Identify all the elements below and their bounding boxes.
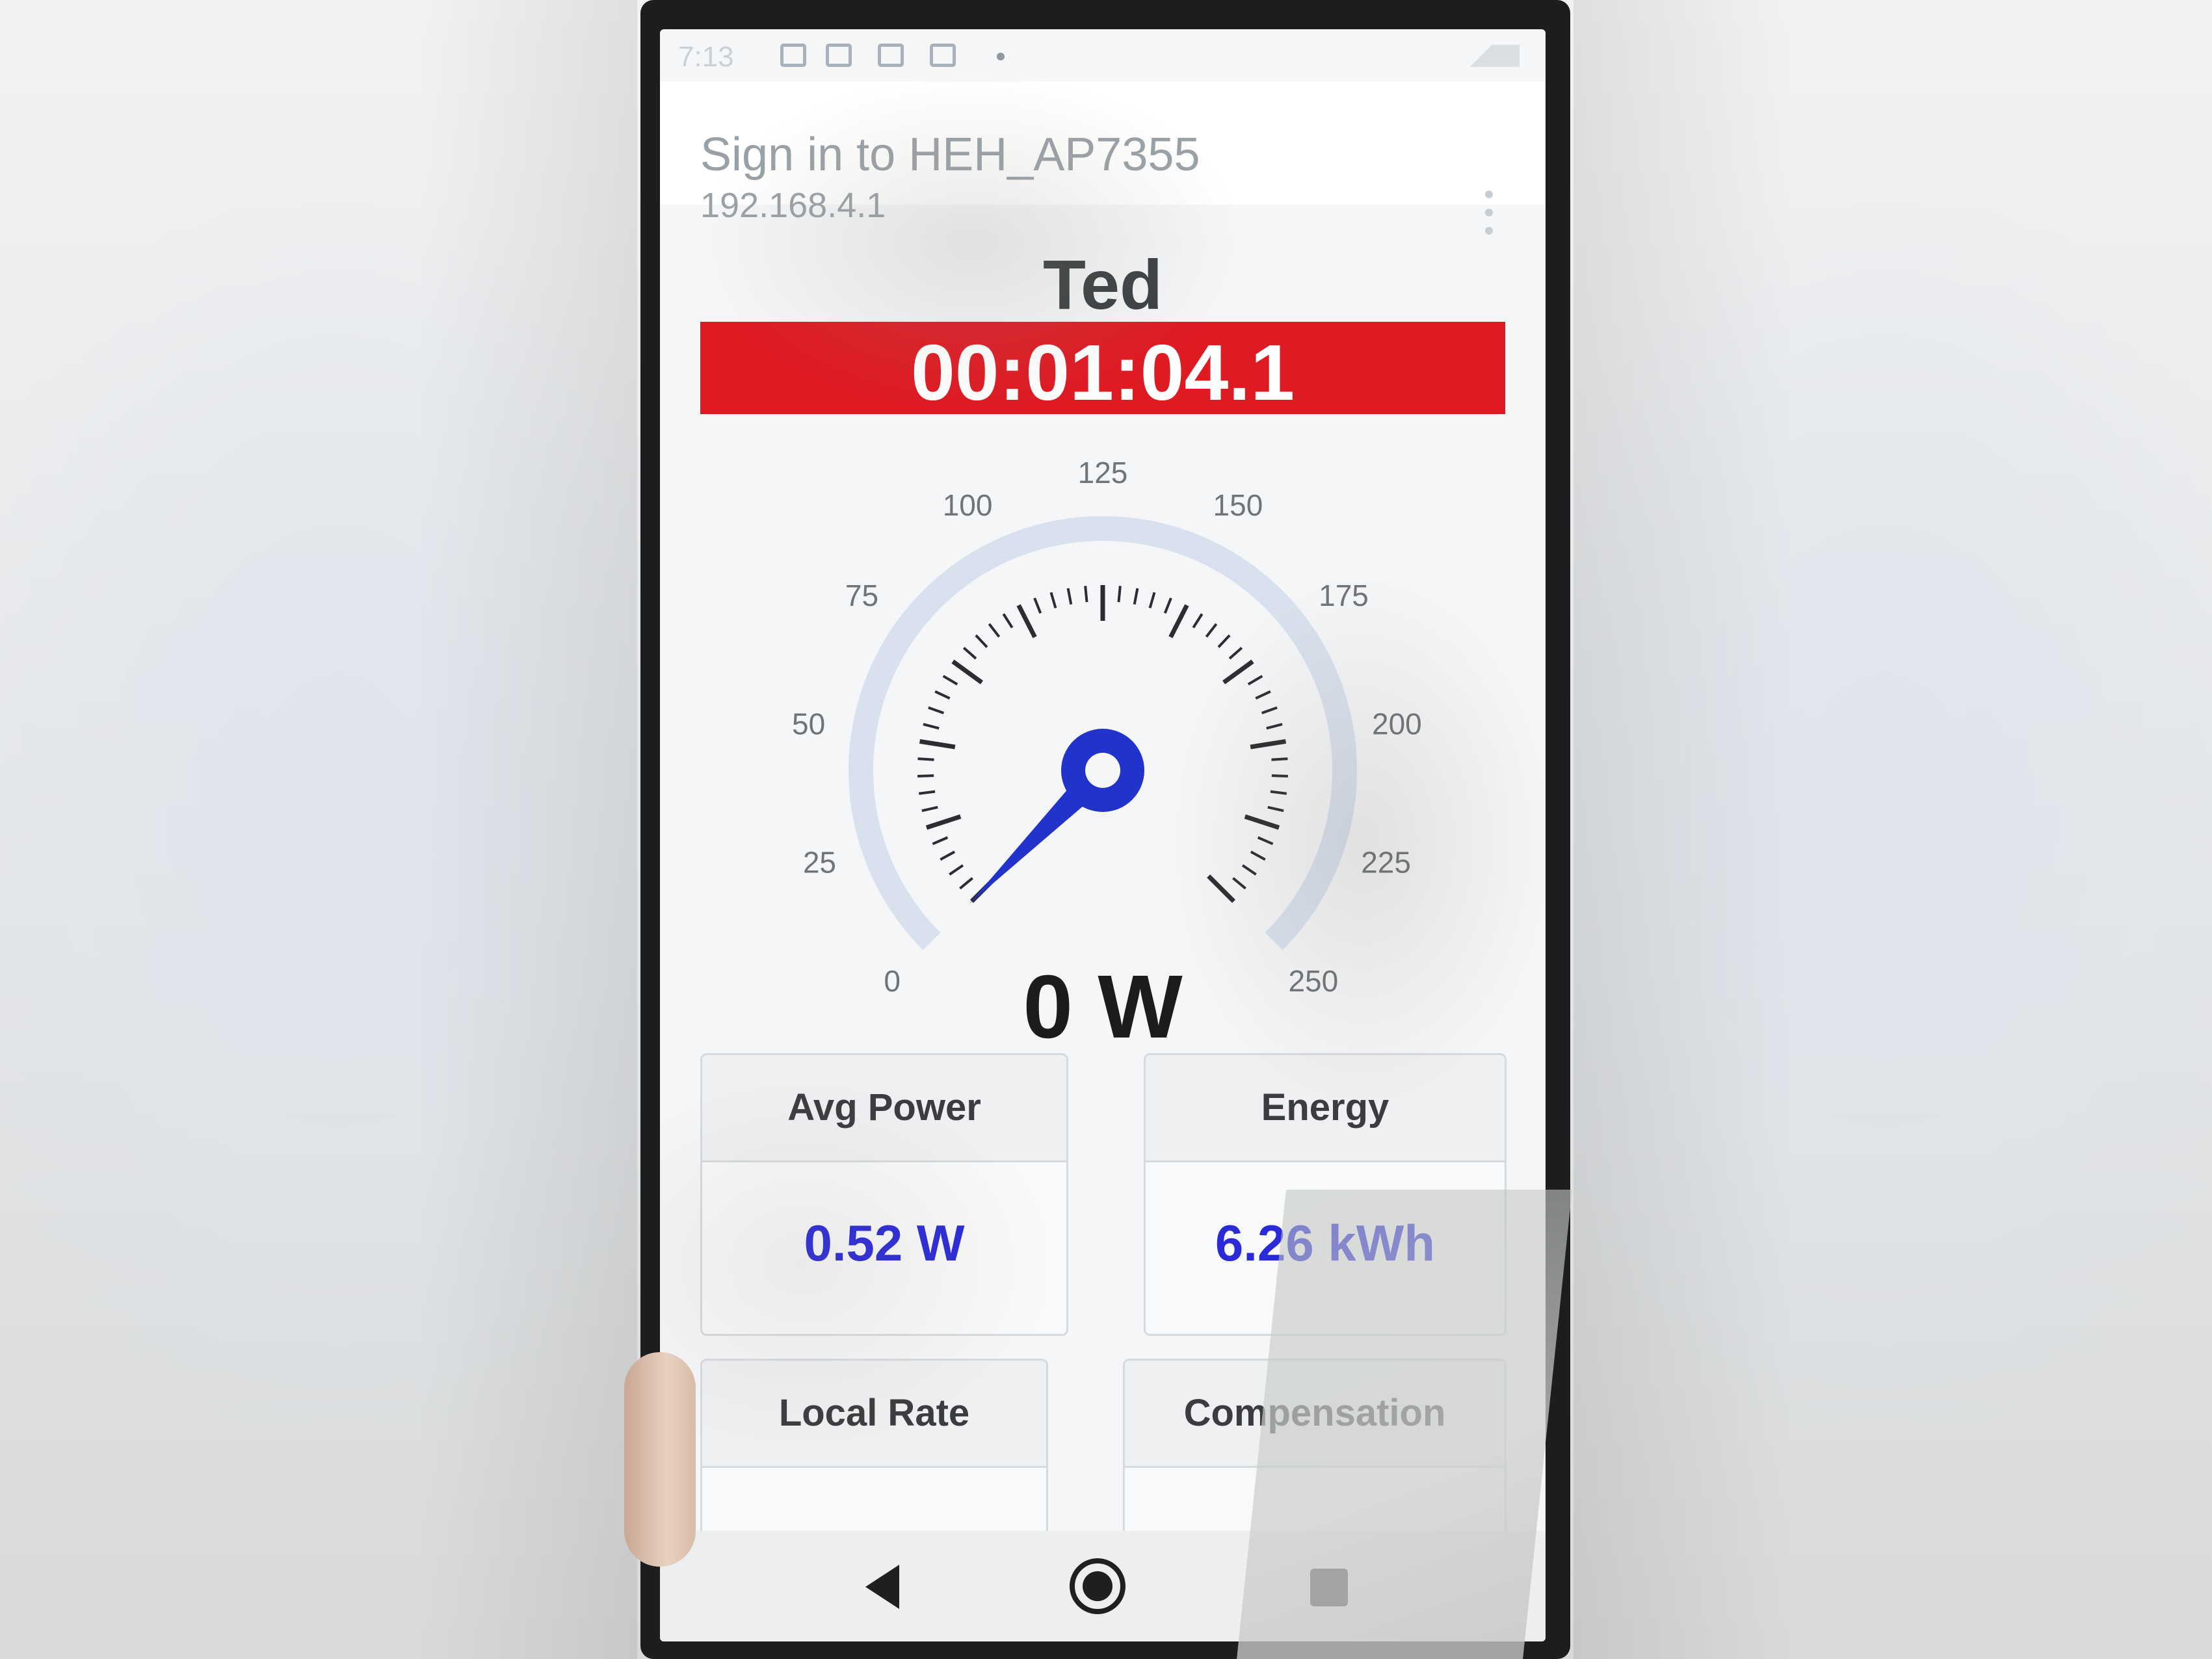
gauge-minor-tick bbox=[1228, 647, 1243, 660]
gauge-minor-tick bbox=[1247, 675, 1263, 686]
gauge-minor-tick bbox=[1192, 613, 1204, 629]
gauge-minor-tick bbox=[923, 723, 940, 730]
notification-icon bbox=[826, 44, 852, 67]
recent-square-icon[interactable] bbox=[1310, 1569, 1348, 1606]
gauge-minor-tick bbox=[1148, 592, 1156, 608]
gauge-minor-tick bbox=[1267, 805, 1284, 813]
gauge-major-tick bbox=[919, 738, 956, 750]
card-value: 0.52 W bbox=[804, 1214, 965, 1272]
notification-icon bbox=[930, 44, 956, 67]
gauge-minor-tick bbox=[1066, 588, 1073, 605]
gauge-tick-label: 175 bbox=[1319, 579, 1369, 612]
gauge-minor-tick bbox=[1257, 836, 1274, 846]
gauge-minor-tick bbox=[928, 706, 945, 714]
gauge-needle-hub-hole bbox=[1085, 753, 1120, 788]
gauge-minor-tick bbox=[1261, 706, 1278, 714]
gauge-tick-label: 75 bbox=[845, 579, 878, 612]
energy-card: Energy 6.26 kWh bbox=[1144, 1053, 1507, 1336]
gauge-minor-tick bbox=[1232, 877, 1246, 890]
power-readout: 0 W bbox=[1023, 957, 1183, 1057]
gauge-major-tick bbox=[1222, 659, 1254, 685]
more-vert-icon[interactable] bbox=[1476, 179, 1502, 250]
device-name: Ted bbox=[1043, 245, 1163, 324]
gauge-minor-tick bbox=[949, 864, 964, 876]
power-gauge: 0 25 50 75 100 125 150 175 200 225 250 bbox=[660, 452, 1546, 1017]
card-title: Avg Power bbox=[702, 1055, 1066, 1162]
gauge-minor-tick bbox=[921, 805, 938, 813]
gauge-minor-tick bbox=[932, 836, 949, 846]
gauge-minor-tick bbox=[1163, 597, 1172, 614]
back-triangle-icon[interactable] bbox=[865, 1565, 899, 1609]
gauge-minor-tick bbox=[917, 757, 934, 761]
gauge-major-tick bbox=[1244, 814, 1280, 830]
gauge-minor-tick bbox=[1250, 850, 1266, 861]
gauge-minor-tick bbox=[1002, 613, 1014, 629]
gauge-minor-tick bbox=[1205, 623, 1218, 638]
navigation-bar bbox=[660, 1531, 1546, 1641]
portal-url: 192.168.4.1 bbox=[700, 186, 886, 225]
gauge-minor-tick bbox=[959, 877, 973, 890]
gauge-tick-label: 25 bbox=[803, 846, 836, 880]
gauge-minor-tick bbox=[1049, 592, 1057, 608]
more-notifications-dot-icon bbox=[997, 53, 1005, 60]
gauge-major-tick bbox=[925, 814, 962, 830]
gauge-minor-tick bbox=[942, 675, 958, 686]
gauge-minor-tick bbox=[1133, 588, 1139, 605]
gauge-minor-tick bbox=[1217, 634, 1231, 648]
gauge-minor-tick bbox=[1271, 757, 1288, 761]
status-bar: 7:13 bbox=[660, 29, 1546, 81]
gauge-tick-label: 150 bbox=[1213, 488, 1263, 522]
gauge-minor-tick bbox=[1255, 690, 1271, 700]
card-title: Compensation bbox=[1125, 1361, 1505, 1468]
gauge-minor-tick bbox=[962, 647, 977, 660]
gauge-minor-tick bbox=[1266, 723, 1283, 730]
phone-screen: 7:13 Sign in to HEH_AP7355 192.168.4.1 T… bbox=[660, 29, 1546, 1641]
gauge-tick-label: 200 bbox=[1372, 707, 1422, 740]
gauge-minor-tick bbox=[918, 790, 936, 795]
card-title: Local Rate bbox=[702, 1361, 1046, 1468]
gauge-minor-tick bbox=[1084, 586, 1088, 603]
card-title: Energy bbox=[1146, 1055, 1505, 1162]
card-value: 6.26 kWh bbox=[1215, 1214, 1436, 1272]
avg-power-card: Avg Power 0.52 W bbox=[700, 1053, 1068, 1336]
gauge-tick-label: 225 bbox=[1361, 846, 1411, 880]
timer-bar: 00:01:04.1 bbox=[700, 322, 1505, 417]
signal-icon bbox=[1442, 45, 1520, 67]
gauge-minor-tick bbox=[975, 634, 988, 648]
status-time: 7:13 bbox=[678, 41, 734, 73]
gauge-major-tick bbox=[1168, 604, 1189, 638]
gauge-major-tick bbox=[1016, 604, 1037, 638]
gauge-minor-tick bbox=[1270, 790, 1287, 795]
notification-icon bbox=[878, 44, 904, 67]
gauge-minor-tick bbox=[934, 690, 951, 700]
timer-value: 00:01:04.1 bbox=[910, 328, 1295, 417]
gauge-minor-tick bbox=[1117, 586, 1122, 603]
portal-title: Sign in to HEH_AP7355 bbox=[700, 129, 1200, 181]
notification-icon bbox=[780, 44, 806, 67]
gauge-major-tick bbox=[1207, 874, 1236, 904]
gauge-tick-label: 50 bbox=[792, 707, 825, 740]
gauge-tick-label: 125 bbox=[1078, 456, 1128, 490]
portal-header: Sign in to HEH_AP7355 192.168.4.1 bbox=[660, 81, 1546, 235]
gauge-tick-label: 100 bbox=[943, 488, 993, 522]
gauge-minor-tick bbox=[1241, 864, 1257, 876]
gauge-minor-tick bbox=[1033, 597, 1042, 614]
gauge-major-tick bbox=[1250, 738, 1287, 750]
gauge-minor-tick bbox=[988, 623, 1001, 638]
home-circle-icon[interactable] bbox=[1070, 1558, 1126, 1614]
gauge-svg: 0255075100125150175200225250 bbox=[792, 456, 1422, 998]
gauge-minor-tick bbox=[940, 850, 956, 861]
gauge-major-tick bbox=[951, 659, 983, 685]
